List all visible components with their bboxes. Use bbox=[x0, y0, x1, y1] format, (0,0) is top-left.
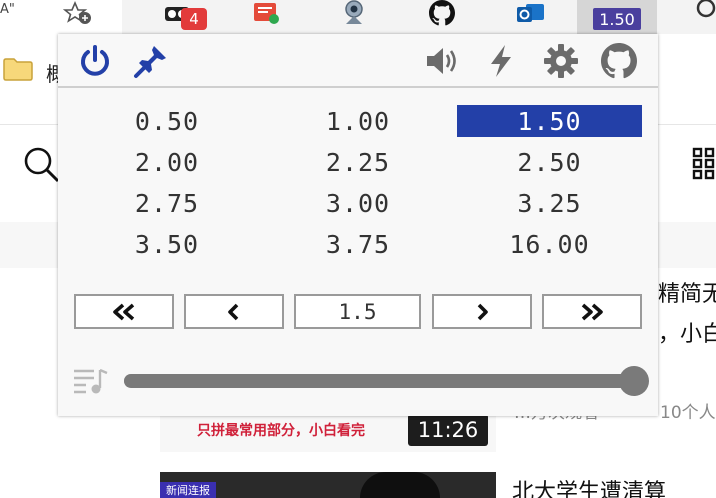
speed-preset-button[interactable]: 0.50 bbox=[75, 105, 259, 137]
speed-preset-button[interactable]: 3.50 bbox=[75, 228, 259, 260]
gear-icon[interactable] bbox=[542, 42, 580, 80]
playlist-music-icon bbox=[72, 366, 110, 400]
github-icon[interactable] bbox=[600, 42, 638, 80]
speed-preset-button[interactable]: 1.50 bbox=[457, 105, 642, 137]
fast-rewind-button[interactable] bbox=[74, 294, 174, 329]
speed-slider-row bbox=[72, 364, 652, 398]
speed-preset-button[interactable]: 1.00 bbox=[266, 105, 450, 137]
step-down-button[interactable] bbox=[184, 294, 284, 329]
browser-toolbar: A" 4 1.50 bbox=[0, 0, 716, 34]
apps-grid-icon[interactable] bbox=[692, 146, 716, 184]
thumbnail-caption: 只拼最常用部分，小白看完 bbox=[197, 423, 365, 439]
bookmark-folder-icon[interactable] bbox=[2, 56, 34, 86]
slider-thumb[interactable] bbox=[619, 366, 649, 396]
speed-preset-button[interactable]: 2.00 bbox=[75, 146, 259, 178]
volume-icon[interactable] bbox=[424, 42, 462, 80]
chevron-left-icon bbox=[228, 303, 239, 320]
double-chevron-right-icon bbox=[581, 303, 603, 320]
settings-gear-icon[interactable] bbox=[688, 0, 716, 26]
extension-webcam-icon[interactable] bbox=[336, 0, 372, 26]
slider-fill bbox=[124, 374, 634, 388]
double-chevron-left-icon bbox=[113, 303, 135, 320]
video-title-1-line2[interactable]: ，小白 bbox=[658, 316, 716, 348]
speed-extension-badge: 1.50 bbox=[593, 8, 641, 30]
extension-outlook-icon[interactable] bbox=[512, 0, 548, 26]
add-favorite-icon[interactable] bbox=[60, 0, 96, 26]
speed-control-popup: 0.50 1.00 1.50 2.00 2.25 2.50 2.75 3.00 3.25 3.50… bbox=[58, 34, 658, 416]
pin-icon[interactable] bbox=[132, 42, 170, 80]
speed-slider[interactable] bbox=[124, 366, 649, 396]
speed-preset-button[interactable]: 2.25 bbox=[266, 146, 450, 178]
speed-input[interactable] bbox=[294, 294, 421, 329]
speed-preset-button[interactable]: 2.75 bbox=[75, 187, 259, 219]
extension-note-icon[interactable] bbox=[248, 0, 284, 26]
speed-preset-button[interactable]: 3.25 bbox=[457, 187, 642, 219]
speed-preset-grid: 0.50 1.00 1.50 2.00 2.25 2.50 2.75 3.00 3.25 3.50… bbox=[75, 105, 642, 260]
speed-preset-button[interactable]: 16.00 bbox=[457, 228, 642, 260]
popup-header bbox=[58, 34, 658, 88]
speed-preset-button[interactable]: 3.00 bbox=[266, 187, 450, 219]
search-icon[interactable] bbox=[22, 145, 62, 189]
fast-forward-button[interactable] bbox=[542, 294, 642, 329]
video-title-2[interactable]: 北大学生遭清算 bbox=[512, 474, 666, 498]
video-meta-1: 10个人 bbox=[660, 403, 716, 423]
tab-fragment-text: A" bbox=[0, 2, 15, 17]
speed-preset-button[interactable]: 2.50 bbox=[457, 146, 642, 178]
speed-preset-button[interactable]: 3.75 bbox=[266, 228, 450, 260]
news-tag: 新闻连报 bbox=[160, 482, 216, 498]
notification-badge: 4 bbox=[181, 8, 207, 30]
thumbnail-image bbox=[360, 472, 440, 498]
chevron-right-icon bbox=[477, 303, 488, 320]
step-up-button[interactable] bbox=[432, 294, 532, 329]
video-title-1[interactable]: 精简无 bbox=[658, 276, 716, 308]
power-icon[interactable] bbox=[76, 42, 114, 80]
video-duration-badge: 11:26 bbox=[408, 414, 488, 446]
lightning-icon[interactable] bbox=[482, 42, 520, 80]
extension-github-icon[interactable] bbox=[424, 0, 460, 26]
